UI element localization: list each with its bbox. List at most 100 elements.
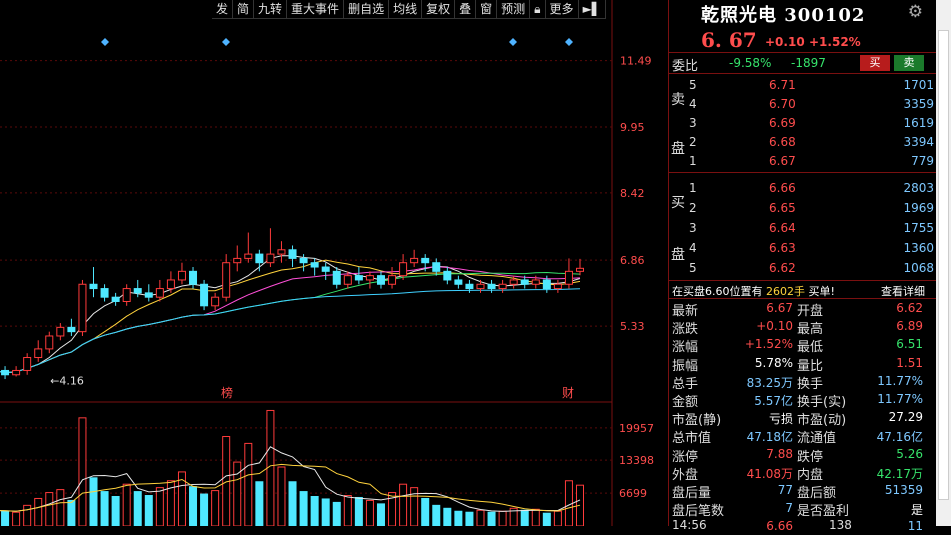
price-change-pct: +1.52% <box>809 35 861 49</box>
ask-row[interactable]: 5 6.71 1701 <box>689 76 934 95</box>
gear-icon[interactable]: ⚙ <box>908 2 923 22</box>
event-diamond-icon <box>222 38 230 46</box>
bid-side-label: 买 盘 <box>670 176 686 280</box>
stat-row: 市盈(静) 亏损 市盈(动) 27.29 <box>669 409 937 429</box>
stat-value: 5.26 <box>896 446 923 461</box>
bid-level: 4 <box>689 241 697 255</box>
buy-button[interactable]: 买 <box>860 55 890 71</box>
bid-row[interactable]: 4 6.63 1360 <box>689 239 934 258</box>
stat-value: 42.17万 <box>876 466 923 481</box>
price-tick-label: 11.49 <box>620 55 652 68</box>
ask-book: 卖 盘 5 6.71 1701 4 6.70 3359 3 6.69 1619 2 6.68 3… <box>669 74 937 173</box>
price-row: 6. 67 +0.10 +1.52% <box>669 28 937 53</box>
toolbar-item[interactable]: 窗 <box>476 0 498 18</box>
scrollbar[interactable] <box>936 0 951 526</box>
volume-bar <box>200 493 209 526</box>
bid-row[interactable]: 2 6.65 1969 <box>689 199 934 218</box>
stat-label: 涨停 <box>672 449 699 465</box>
lock-icon[interactable]: 🔒︎ <box>530 0 546 18</box>
toolbar-item[interactable]: 预测 <box>497 0 531 18</box>
volume-bar <box>553 510 562 526</box>
price-tick-label: 6.86 <box>620 254 645 267</box>
candle-body <box>277 249 286 255</box>
stat-label: 盘后量 <box>672 486 712 501</box>
stat-label: 市盈(动) <box>797 413 847 429</box>
stat-label: 盘后额 <box>797 486 837 501</box>
stat-row: 总手 83.25万 换手 11.77% <box>669 373 937 392</box>
candle-body <box>222 262 231 298</box>
ask-row[interactable]: 1 6.67 779 <box>689 152 934 171</box>
stat-row: 涨幅 +1.52% 最低 6.51 <box>669 336 937 355</box>
volume-bar <box>100 491 109 526</box>
bid-row[interactable]: 1 6.66 2803 <box>689 179 934 198</box>
weibi-diff: -1897 <box>791 56 826 70</box>
bid-price: 6.66 <box>769 181 796 195</box>
ask-volume: 779 <box>911 154 934 168</box>
volume-bar <box>531 508 540 526</box>
candle-body <box>67 326 76 333</box>
bid-level: 5 <box>689 261 697 275</box>
candle-body <box>299 257 308 264</box>
sell-button[interactable]: 卖 <box>894 55 924 71</box>
stat-label: 市盈(静) <box>672 413 722 429</box>
ask-volume: 3359 <box>903 97 934 111</box>
bid-price: 6.64 <box>769 221 796 235</box>
stat-label: 量比 <box>797 358 824 374</box>
price-tick-label: 9.95 <box>620 121 645 134</box>
stat-value: 6.51 <box>896 337 923 352</box>
bid-row[interactable]: 3 6.64 1755 <box>689 219 934 238</box>
stat-label: 开盘 <box>797 304 824 319</box>
bid-volume: 1068 <box>903 261 934 275</box>
ask-row[interactable]: 2 6.68 3394 <box>689 133 934 152</box>
stat-row: 振幅 5.78% 量比 1.51 <box>669 355 937 374</box>
bid-volume: 1755 <box>903 221 934 235</box>
candle-body <box>421 257 430 264</box>
weibi-ratio: -9.58% <box>729 56 772 70</box>
candle-body <box>332 270 341 285</box>
candle-body <box>365 275 374 281</box>
toolbar-item[interactable]: 九转 <box>254 0 288 18</box>
candle-body <box>288 249 297 259</box>
volume-bar <box>321 498 330 526</box>
toolbar-item[interactable]: 发 <box>212 0 234 18</box>
weibi-row: 委比 -9.58% -1897 买 卖 <box>669 53 937 74</box>
bid-level: 3 <box>689 221 697 235</box>
stat-label: 换手(实) <box>797 395 847 410</box>
toolbar-item[interactable]: 更多 <box>546 0 579 18</box>
candle-body <box>45 335 54 350</box>
toolbar-item[interactable]: 叠 <box>455 0 477 18</box>
ask-row[interactable]: 3 6.69 1619 <box>689 114 934 133</box>
volume-bar <box>12 511 21 526</box>
bid-book: 买 盘 1 6.66 2803 2 6.65 1969 3 6.64 1755 4 6.63 1… <box>669 176 937 281</box>
volume-bar <box>332 501 341 526</box>
toolbar-item[interactable]: 简 <box>233 0 255 18</box>
candle-body <box>399 262 408 277</box>
bid-row[interactable]: 5 6.62 1068 <box>689 259 934 278</box>
stat-label: 是否盈利 <box>797 504 850 520</box>
toolbar-item[interactable]: 删自选 <box>344 0 390 18</box>
toolbar-item[interactable]: 重大事件 <box>287 0 345 18</box>
speaker-icon[interactable]: ►▌ <box>579 0 607 18</box>
kline-chart[interactable]: 11.49 9.95 8.42 6.86 5.33 19957 13398 6699 ←4.1… <box>0 0 668 526</box>
view-detail-link[interactable]: 查看详细 <box>881 283 925 299</box>
toolbar-item[interactable]: 均线 <box>389 0 423 18</box>
ask-row[interactable]: 4 6.70 3359 <box>689 95 934 114</box>
candle-body <box>487 283 496 290</box>
volume-tick-label: 19957 <box>619 422 654 435</box>
candle-body <box>388 275 397 285</box>
bid-price: 6.65 <box>769 201 796 215</box>
ask-price: 6.68 <box>769 135 796 149</box>
candle-body <box>200 283 209 307</box>
stat-row: 盘后量 77 盘后额 51359 <box>669 482 937 501</box>
volume-bar <box>255 481 264 526</box>
ask-level: 5 <box>689 78 697 92</box>
candle-body <box>343 275 352 285</box>
toolbar-item[interactable]: 复权 <box>422 0 456 18</box>
stat-value: 51359 <box>884 483 923 497</box>
candle-body <box>78 283 87 333</box>
stat-value: 41.08万 <box>746 466 793 481</box>
volume-bar <box>454 510 463 526</box>
stat-row: 外盘 41.08万 内盘 42.17万 <box>669 464 937 483</box>
scrollbar-thumb[interactable] <box>938 30 949 500</box>
candle-body <box>564 270 573 285</box>
